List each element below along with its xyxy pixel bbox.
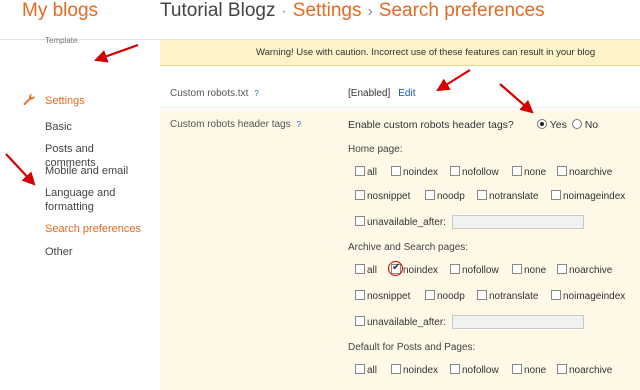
- arrow-to-yes-radio: [499, 83, 534, 114]
- annotation-arrows: [5, 43, 534, 186]
- arrow-to-search-preferences: [5, 153, 36, 186]
- arrow-to-robots-edit: [436, 69, 471, 92]
- arrow-to-settings: [93, 43, 139, 63]
